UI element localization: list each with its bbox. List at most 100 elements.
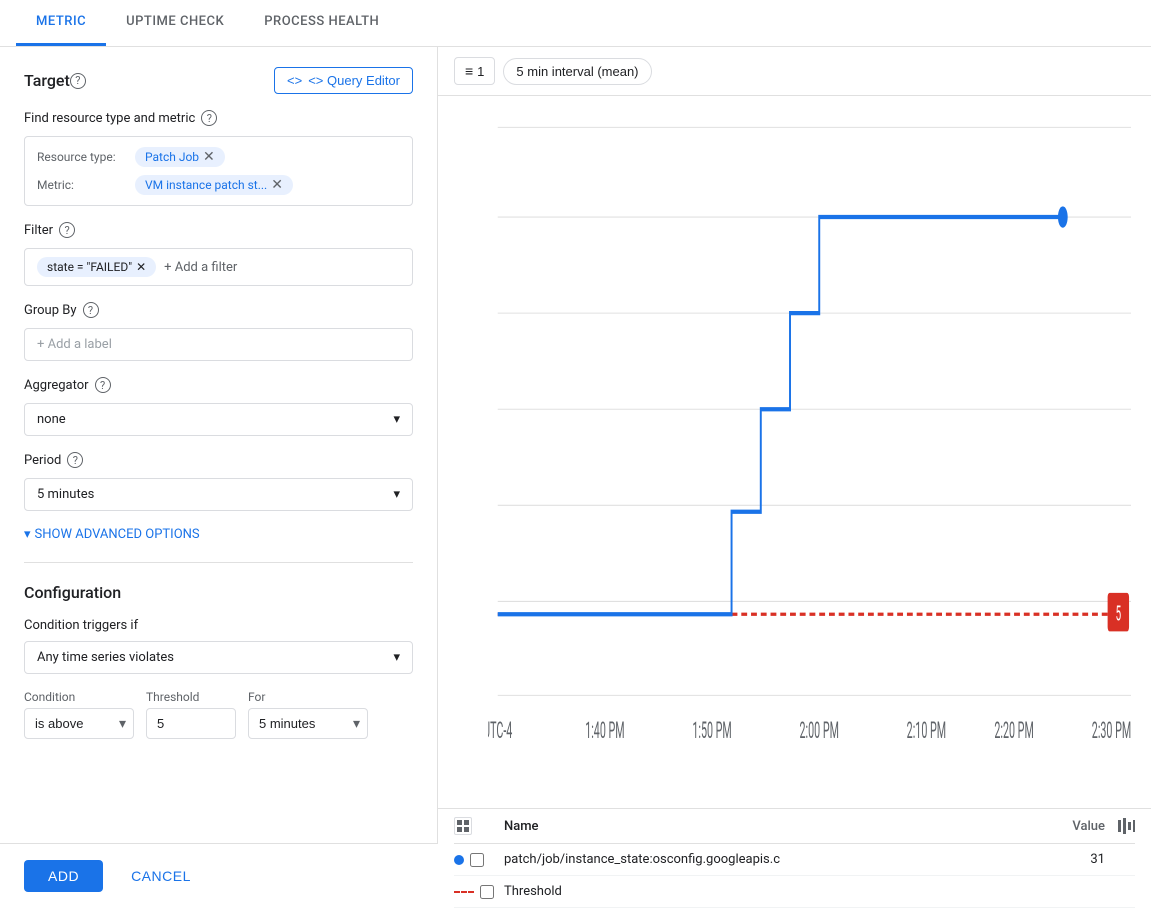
add-filter-button[interactable]: + Add a filter xyxy=(164,260,237,275)
condition-row: Condition is above ▾ Threshold For 5 min… xyxy=(24,690,413,739)
metric-row: Metric: VM instance patch st... ✕ xyxy=(37,175,400,195)
resource-type-chip[interactable]: Patch Job ✕ xyxy=(135,147,225,167)
cancel-button[interactable]: CANCEL xyxy=(119,860,203,892)
show-advanced-label: SHOW ADVANCED OPTIONS xyxy=(35,527,200,542)
x-label-200: 2:00 PM xyxy=(800,718,839,745)
aggregator-help-icon[interactable]: ? xyxy=(95,377,111,393)
for-select[interactable]: 5 minutes xyxy=(248,708,368,739)
legend-value-header: Value xyxy=(1045,819,1105,834)
right-top-bar: ≡ 1 5 min interval (mean) xyxy=(438,47,1151,96)
condition-triggers-chevron-icon: ▾ xyxy=(393,650,400,665)
chevron-down-icon: ▾ xyxy=(24,527,31,542)
legend-metric-name: patch/job/instance_state:osconfig.google… xyxy=(504,852,1045,867)
threshold-group: Threshold xyxy=(146,690,236,739)
tab-process-health[interactable]: PROCESS HEALTH xyxy=(244,0,399,46)
metric-chip[interactable]: VM instance patch st... ✕ xyxy=(135,175,293,195)
threshold-input[interactable] xyxy=(146,708,236,739)
metric-label: Metric: xyxy=(37,178,127,192)
interval-button[interactable]: 5 min interval (mean) xyxy=(503,58,651,85)
x-label-210: 2:10 PM xyxy=(907,718,946,745)
aggregator-chevron-icon: ▾ xyxy=(393,412,400,427)
period-title: Period xyxy=(24,453,61,468)
condition-triggers-value: Any time series violates xyxy=(37,650,174,665)
group-by-placeholder: + Add a label xyxy=(37,337,112,352)
x-label-150: 1:50 PM xyxy=(692,718,731,745)
x-label-utc: UTC-4 xyxy=(488,718,512,745)
legend-threshold-icon-col xyxy=(454,885,504,899)
legend-name-header: Name xyxy=(504,819,1045,834)
aggregator-value: none xyxy=(37,412,66,427)
filter-help-icon[interactable]: ? xyxy=(59,222,75,238)
resource-type-value: Patch Job xyxy=(145,150,199,164)
legend-header: Name Value xyxy=(454,809,1135,844)
configuration-title: Configuration xyxy=(24,583,413,602)
condition-group: Condition is above ▾ xyxy=(24,690,134,739)
chart-container: 35 30 25 20 15 10 0 5 xyxy=(438,96,1151,808)
bottom-bar: ADD CANCEL xyxy=(0,843,438,908)
metric-checkbox[interactable] xyxy=(470,853,484,867)
threshold-checkbox[interactable] xyxy=(480,885,494,899)
tab-uptime-check[interactable]: UPTIME CHECK xyxy=(106,0,244,46)
x-label-140: 1:40 PM xyxy=(585,718,624,745)
target-header: Target ? <> <> Query Editor xyxy=(24,67,413,94)
filter-chip[interactable]: state = "FAILED" ✕ xyxy=(37,257,156,277)
resource-type-label: Resource type: xyxy=(37,150,127,164)
metric-end-dot xyxy=(1058,206,1068,227)
legend-metric-value: 31 xyxy=(1045,852,1105,867)
condition-label: Condition xyxy=(24,690,134,704)
aggregator-label-row: Aggregator ? xyxy=(24,377,413,393)
aggregator-title: Aggregator xyxy=(24,378,89,393)
period-value: 5 minutes xyxy=(37,487,94,502)
group-by-box[interactable]: + Add a label xyxy=(24,328,413,361)
metric-value: VM instance patch st... xyxy=(145,178,267,192)
group-by-help-icon[interactable]: ? xyxy=(83,302,99,318)
for-group: For 5 minutes ▾ xyxy=(248,690,368,739)
period-help-icon[interactable]: ? xyxy=(67,452,83,468)
filter-box: state = "FAILED" ✕ + Add a filter xyxy=(24,248,413,286)
period-label-row: Period ? xyxy=(24,452,413,468)
x-label-220: 2:20 PM xyxy=(994,718,1033,745)
condition-select[interactable]: is above xyxy=(24,708,134,739)
target-title: Target xyxy=(24,71,70,90)
legend-metric-icon-col xyxy=(454,853,504,867)
aggregator-dropdown[interactable]: none ▾ xyxy=(24,403,413,436)
metric-remove-icon[interactable]: ✕ xyxy=(271,178,283,192)
resource-type-row: Resource type: Patch Job ✕ xyxy=(37,147,400,167)
metric-line xyxy=(498,217,1063,614)
filter-button[interactable]: ≡ 1 xyxy=(454,57,495,85)
filter-label-row: Filter ? xyxy=(24,222,413,238)
chart-svg: 35 30 25 20 15 10 0 5 xyxy=(488,106,1131,768)
resource-type-remove-icon[interactable]: ✕ xyxy=(203,150,215,164)
legend-cols-button[interactable] xyxy=(1105,817,1135,835)
group-by-label-row: Group By ? xyxy=(24,302,413,318)
add-button[interactable]: ADD xyxy=(24,860,103,892)
target-help-icon[interactable]: ? xyxy=(70,73,86,89)
filter-lines-icon: ≡ xyxy=(465,63,473,79)
table-view-icon[interactable] xyxy=(454,817,472,835)
threshold-color-line xyxy=(454,891,474,893)
condition-triggers-label: Condition triggers if xyxy=(24,618,413,633)
metric-color-dot xyxy=(454,855,464,865)
filter-title: Filter xyxy=(24,223,53,238)
condition-select-wrapper: is above ▾ xyxy=(24,708,134,739)
top-tabs: METRIC UPTIME CHECK PROCESS HEALTH xyxy=(0,0,1151,47)
for-label: For xyxy=(248,690,368,704)
period-chevron-icon: ▾ xyxy=(393,487,400,502)
filter-chip-remove-icon[interactable]: ✕ xyxy=(136,260,146,274)
query-editor-button[interactable]: <> <> Query Editor xyxy=(274,67,413,94)
show-advanced-button[interactable]: ▾ SHOW ADVANCED OPTIONS xyxy=(24,527,413,542)
legend-table: Name Value patch/job/instance_ xyxy=(438,808,1151,908)
section-divider xyxy=(24,562,413,563)
tab-metric[interactable]: METRIC xyxy=(16,0,106,46)
legend-threshold-name: Threshold xyxy=(504,884,1045,899)
left-panel: Target ? <> <> Query Editor Find resourc… xyxy=(0,47,438,908)
find-resource-label: Find resource type and metric ? xyxy=(24,110,413,126)
period-dropdown[interactable]: 5 minutes ▾ xyxy=(24,478,413,511)
legend-row-metric: patch/job/instance_state:osconfig.google… xyxy=(454,844,1135,876)
threshold-badge-value: 5 xyxy=(1116,603,1121,627)
group-by-title: Group By xyxy=(24,303,77,318)
condition-triggers-dropdown[interactable]: Any time series violates ▾ xyxy=(24,641,413,674)
filter-count-badge: 1 xyxy=(477,64,484,79)
x-label-230: 2:30 PM xyxy=(1092,718,1131,745)
find-resource-help-icon[interactable]: ? xyxy=(201,110,217,126)
